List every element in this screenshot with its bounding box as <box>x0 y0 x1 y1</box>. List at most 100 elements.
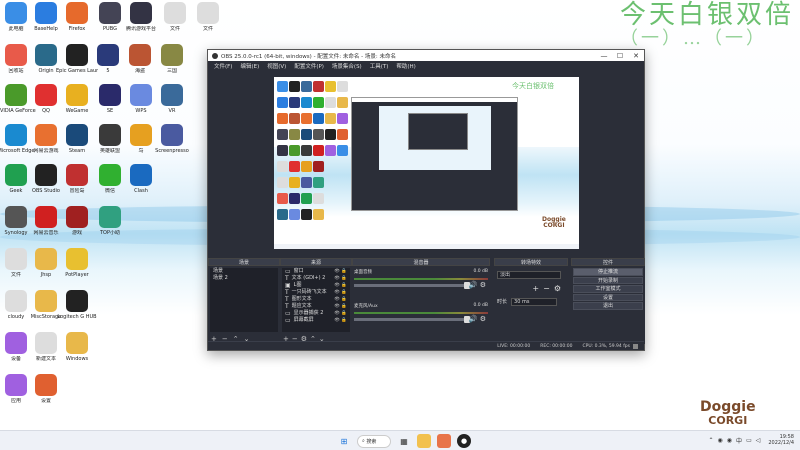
tray-lang-icon[interactable]: 中 <box>736 436 742 445</box>
menu-item[interactable]: 视图(V) <box>267 62 286 70</box>
preview-play-icon <box>325 81 336 92</box>
volume-icon[interactable]: ◁ <box>756 437 761 444</box>
app-icon <box>99 206 121 228</box>
visibility-eye-icon[interactable]: 👁 <box>334 304 340 309</box>
menu-item[interactable]: 场景集合(S) <box>332 62 362 70</box>
desktop-icon[interactable]: 三国 <box>152 44 192 74</box>
volume-slider[interactable] <box>354 282 470 289</box>
source-list: ▭ 窗口 👁 🔒 T 文本 (GDI+) 2 👁 🔒 ▣ L图 👁 🔒 T 一只码砖飞文本 👁 🔒 T 图… <box>282 268 350 332</box>
lock-icon[interactable]: 🔒 <box>341 297 347 302</box>
desktop-icon-label: Screenpresso <box>155 148 189 154</box>
volume-slider[interactable] <box>354 316 470 323</box>
transition-settings-icon[interactable]: ⚙ <box>554 284 565 293</box>
visibility-eye-icon[interactable]: 👁 <box>334 297 340 302</box>
control-button[interactable]: 开始录制 <box>573 276 643 284</box>
app-icon <box>5 206 27 228</box>
obs-preview[interactable]: 今天白银双倍 Doggie CORGI <box>274 77 579 249</box>
tray-app-icon[interactable]: ◉ <box>727 437 732 444</box>
scene-item[interactable]: 场景 <box>210 268 278 275</box>
preview-app-icon <box>301 177 312 188</box>
gear-icon[interactable]: ⚙ <box>480 281 486 289</box>
control-button[interactable]: 工作室模式 <box>573 285 643 293</box>
paint-taskbar-icon[interactable] <box>437 434 451 448</box>
control-button[interactable]: 停止推流 <box>573 268 643 276</box>
desktop-icon[interactable]: Logitech G HUB <box>57 290 97 320</box>
speaker-icon[interactable]: 🔊 <box>469 281 478 289</box>
close-icon[interactable]: ✕ <box>628 52 644 60</box>
desktop-icon[interactable]: Windows <box>57 332 97 362</box>
obs-icon <box>35 164 57 186</box>
volume-meter <box>354 278 488 280</box>
desktop-icon[interactable]: PotPlayer <box>57 248 97 278</box>
desktop-icon[interactable]: 设置 <box>26 374 66 404</box>
source-item-label: 屏幕截屏 <box>293 317 314 323</box>
gear-icon[interactable]: ⚙ <box>480 315 486 323</box>
menu-item[interactable]: 配置文件(P) <box>294 62 324 70</box>
clock[interactable]: 19:58 2022/12/4 <box>768 434 794 446</box>
source-item[interactable]: T 题应文本 👁 🔒 <box>282 303 350 310</box>
lock-icon[interactable]: 🔒 <box>341 276 347 281</box>
visibility-eye-icon[interactable]: 👁 <box>334 276 340 281</box>
menu-item[interactable]: 帮助(H) <box>396 62 415 70</box>
add-transition-icon[interactable]: + <box>532 284 543 293</box>
logitech-icon <box>66 290 88 312</box>
source-item[interactable]: ▣ L图 👁 🔒 <box>282 282 350 289</box>
control-button[interactable]: 设置 <box>573 293 643 301</box>
lock-icon[interactable]: 🔒 <box>341 269 347 274</box>
duration-label: 时长 <box>497 299 508 305</box>
sources-dock-header: 来源 <box>280 258 352 266</box>
file-explorer-taskbar-icon[interactable] <box>417 434 431 448</box>
duration-input[interactable]: 30 ms <box>511 297 558 306</box>
source-item[interactable]: ▭ 窗口 👁 🔒 <box>282 268 350 275</box>
menu-item[interactable]: 编辑(E) <box>240 62 259 70</box>
lock-icon[interactable]: 🔒 <box>341 283 347 288</box>
source-item[interactable]: ▭ 屏幕截屏 👁 🔒 <box>282 317 350 324</box>
tray-chevron-icon[interactable]: ⌃ <box>709 437 714 444</box>
lock-icon[interactable]: 🔒 <box>341 311 347 316</box>
visibility-eye-icon[interactable]: 👁 <box>334 318 340 323</box>
text-icon: T <box>285 296 289 303</box>
visibility-eye-icon[interactable]: 👁 <box>334 269 340 274</box>
source-item[interactable]: T 文本 (GDI+) 2 👁 🔒 <box>282 275 350 282</box>
task-view-button[interactable]: ▦ <box>397 434 411 448</box>
lock-icon[interactable]: 🔒 <box>341 290 347 295</box>
minimize-icon[interactable]: — <box>596 52 612 60</box>
visibility-eye-icon[interactable]: 👁 <box>334 311 340 316</box>
control-button[interactable]: 退出 <box>573 302 643 310</box>
desktop-icon[interactable]: VR <box>152 84 192 114</box>
desktop-icon[interactable]: Screenpresso <box>152 124 192 154</box>
desktop-icon[interactable]: TOP小助 <box>90 206 130 236</box>
preview-steam-icon <box>301 129 312 140</box>
preview-game-icon <box>277 129 288 140</box>
desktop-icon[interactable]: Clash <box>121 164 161 194</box>
source-item[interactable]: T 一只码砖飞文本 👁 🔒 <box>282 289 350 296</box>
app-icon <box>130 164 152 186</box>
window-icon: ▭ <box>285 317 291 324</box>
maximize-icon[interactable]: ☐ <box>612 52 628 60</box>
start-button[interactable]: ⊞ <box>337 434 351 448</box>
source-item[interactable]: T 图形文本 👁 🔒 <box>282 296 350 303</box>
monitor-icon: ▭ <box>285 310 291 317</box>
lock-icon[interactable]: 🔒 <box>341 318 347 323</box>
lock-icon[interactable]: 🔒 <box>341 304 347 309</box>
obs-taskbar-icon[interactable]: ● <box>457 434 471 448</box>
scenes-dock-header: 场景 <box>208 258 280 266</box>
speaker-icon[interactable]: 🔊 <box>469 315 478 323</box>
source-item[interactable]: ▭ 显示器捕获 2 👁 🔒 <box>282 310 350 317</box>
search-box[interactable]: ⌕ 搜索 <box>357 434 391 448</box>
wechat-icon <box>99 164 121 186</box>
file-icon <box>35 332 57 354</box>
remove-transition-icon[interactable]: − <box>543 284 554 293</box>
menu-item[interactable]: 文件(F) <box>214 62 232 70</box>
obs-titlebar[interactable]: OBS 25.0.0-rc1 (64-bit, windows) - 配置文件:… <box>208 50 644 61</box>
desktop-icon[interactable]: 文件 <box>188 2 228 32</box>
mixer-dock: 混音器 桌面音频 0.0 dB 🔊 ⚙ 麦克风/Aux 0.0 dB 🔊 ⚙ <box>352 258 490 344</box>
desktop-icon-label: VR <box>168 108 176 114</box>
visibility-eye-icon[interactable]: 👁 <box>334 290 340 295</box>
scene-item[interactable]: 场景 2 <box>210 275 278 282</box>
visibility-eye-icon[interactable]: 👁 <box>334 283 340 288</box>
tray-app-icon[interactable]: ◉ <box>718 437 723 444</box>
menu-item[interactable]: 工具(T) <box>370 62 389 70</box>
network-icon[interactable]: ▭ <box>746 437 752 444</box>
transition-select[interactable]: 淡出 <box>497 270 561 279</box>
